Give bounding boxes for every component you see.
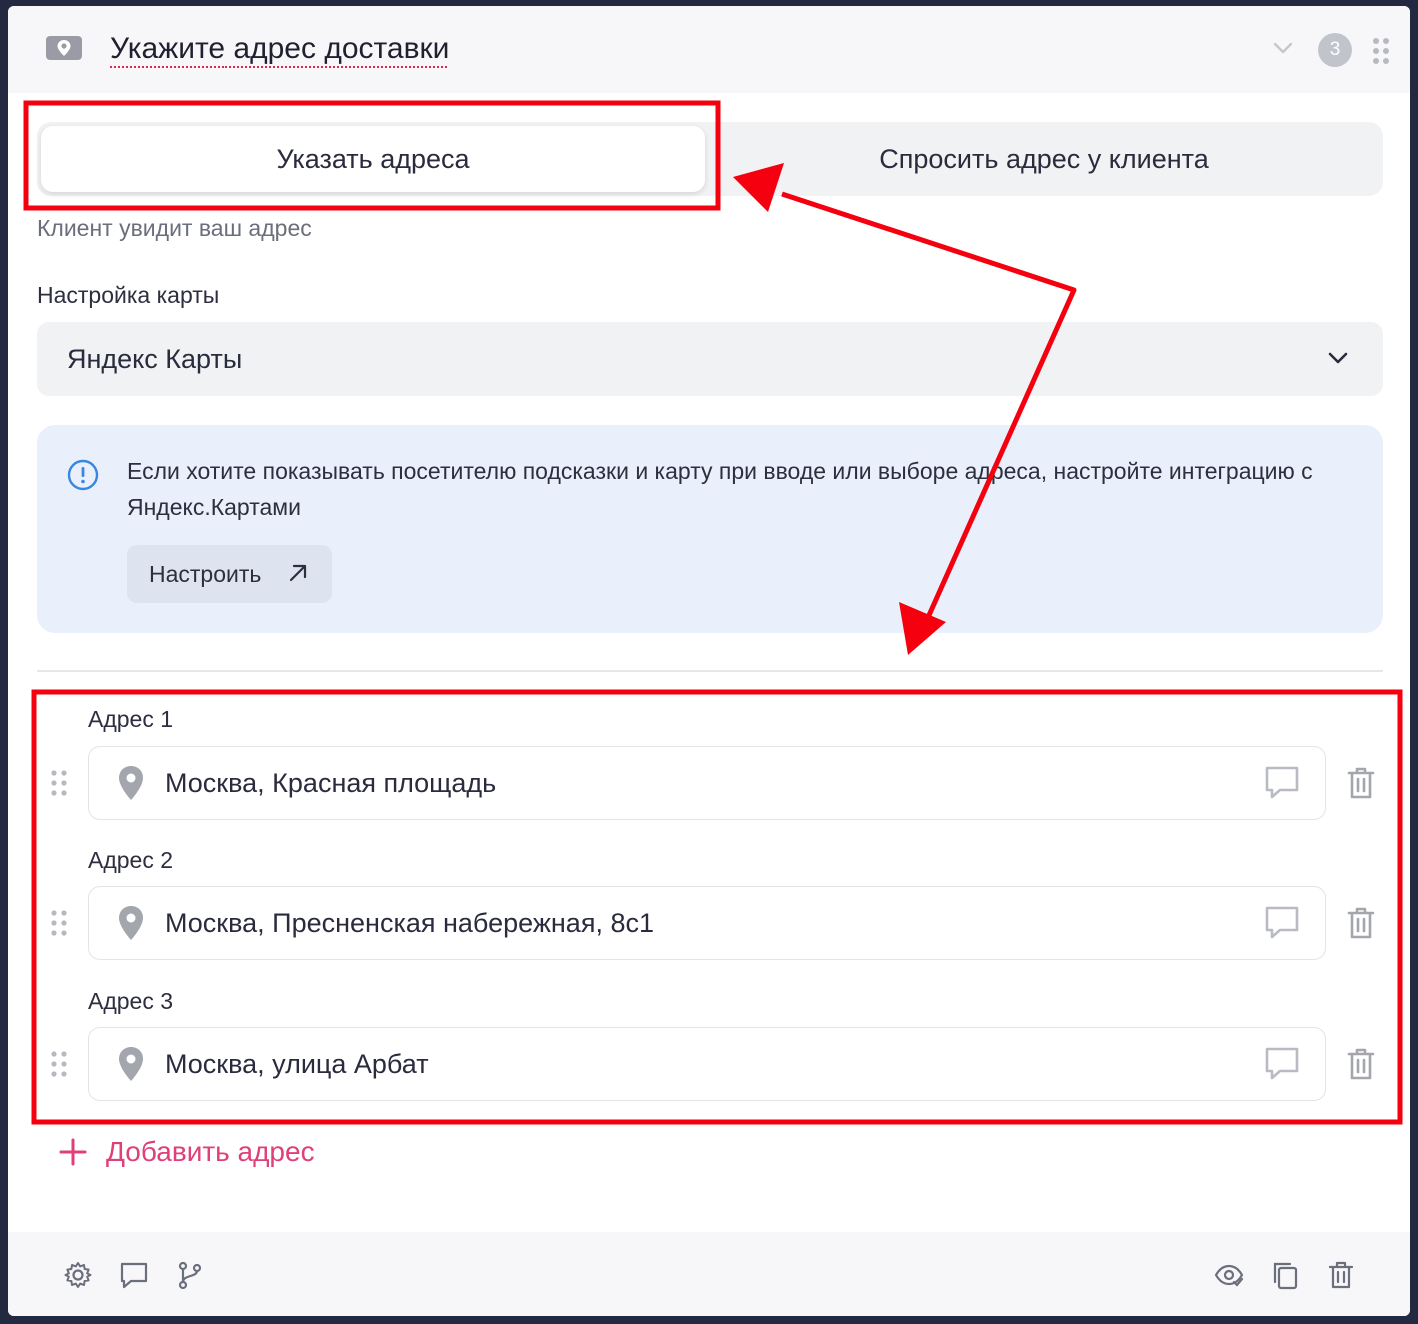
drag-handle-icon[interactable] bbox=[50, 1050, 68, 1078]
map-settings-label: Настройка карты bbox=[37, 282, 220, 308]
configure-button-label: Настроить bbox=[149, 561, 262, 587]
block-title[interactable]: Укажите адрес доставки bbox=[110, 32, 449, 66]
trash-icon[interactable] bbox=[1346, 1047, 1376, 1081]
delivery-address-block: Укажите адрес доставки 3 Указать адреса … bbox=[8, 6, 1410, 1316]
specify-addresses-tab[interactable]: Указать адреса bbox=[41, 126, 705, 192]
address-mode-switch: Указать адреса Спросить адрес у клиента bbox=[37, 122, 1383, 196]
map-provider-value: Яндекс Карты bbox=[67, 344, 243, 374]
eye-icon[interactable] bbox=[1214, 1260, 1244, 1290]
external-link-icon bbox=[289, 564, 307, 582]
block-title-rest: адрес доставки bbox=[225, 32, 450, 65]
comment-icon[interactable] bbox=[1263, 905, 1301, 941]
trash-icon[interactable] bbox=[1326, 1260, 1356, 1290]
address-value: Москва, улица Арбат bbox=[165, 1049, 429, 1079]
address-value: Москва, Красная площадь bbox=[165, 768, 497, 798]
map-pin-icon bbox=[119, 766, 143, 800]
copy-icon[interactable] bbox=[1270, 1260, 1300, 1290]
address-label: Адрес 2 bbox=[88, 847, 174, 873]
address-input[interactable]: Москва, Пресненская набережная, 8с1 bbox=[88, 886, 1326, 960]
chevron-down-icon bbox=[1328, 352, 1348, 364]
comment-icon[interactable] bbox=[1263, 765, 1301, 801]
ask-client-address-tab[interactable]: Спросить адрес у клиента bbox=[709, 126, 1379, 192]
drag-handle-icon[interactable] bbox=[50, 769, 68, 797]
step-number-badge: 3 bbox=[1318, 33, 1352, 67]
add-address-label: Добавить адрес bbox=[106, 1136, 315, 1167]
branch-icon[interactable] bbox=[175, 1260, 205, 1290]
address-input[interactable]: Москва, Красная площадь bbox=[88, 746, 1326, 820]
yandex-maps-info-box: Если хотите показывать посетителю подска… bbox=[37, 425, 1383, 633]
plus-icon bbox=[59, 1138, 87, 1166]
trash-icon[interactable] bbox=[1346, 766, 1376, 800]
info-text: Если хотите показывать посетителю подска… bbox=[127, 458, 1313, 520]
comment-icon[interactable] bbox=[119, 1260, 149, 1290]
address-label: Адрес 3 bbox=[88, 988, 174, 1014]
address-value: Москва, Пресненская набережная, 8с1 bbox=[165, 908, 654, 938]
block-title-underlined: Укажите bbox=[110, 32, 226, 65]
chevron-down-icon[interactable] bbox=[1272, 40, 1294, 56]
drag-handle-icon[interactable] bbox=[50, 909, 68, 937]
gear-icon[interactable] bbox=[63, 1260, 93, 1290]
mode-hint: Клиент увидит ваш адрес bbox=[37, 215, 312, 241]
map-pin-icon bbox=[119, 1047, 143, 1081]
address-label: Адрес 1 bbox=[88, 706, 174, 732]
map-pin-icon bbox=[119, 906, 143, 940]
trash-icon[interactable] bbox=[1346, 906, 1376, 940]
comment-icon[interactable] bbox=[1263, 1046, 1301, 1082]
address-input[interactable]: Москва, улица Арбат bbox=[88, 1027, 1326, 1101]
block-toolbar bbox=[8, 1232, 1410, 1316]
map-pin-icon bbox=[46, 36, 82, 60]
section-divider bbox=[37, 670, 1383, 672]
drag-dots-icon[interactable] bbox=[1371, 37, 1391, 65]
configure-button[interactable]: Настроить bbox=[127, 545, 332, 603]
info-icon bbox=[67, 459, 99, 491]
map-provider-select[interactable]: Яндекс Карты bbox=[37, 322, 1383, 396]
block-header: Укажите адрес доставки 3 bbox=[8, 6, 1410, 93]
